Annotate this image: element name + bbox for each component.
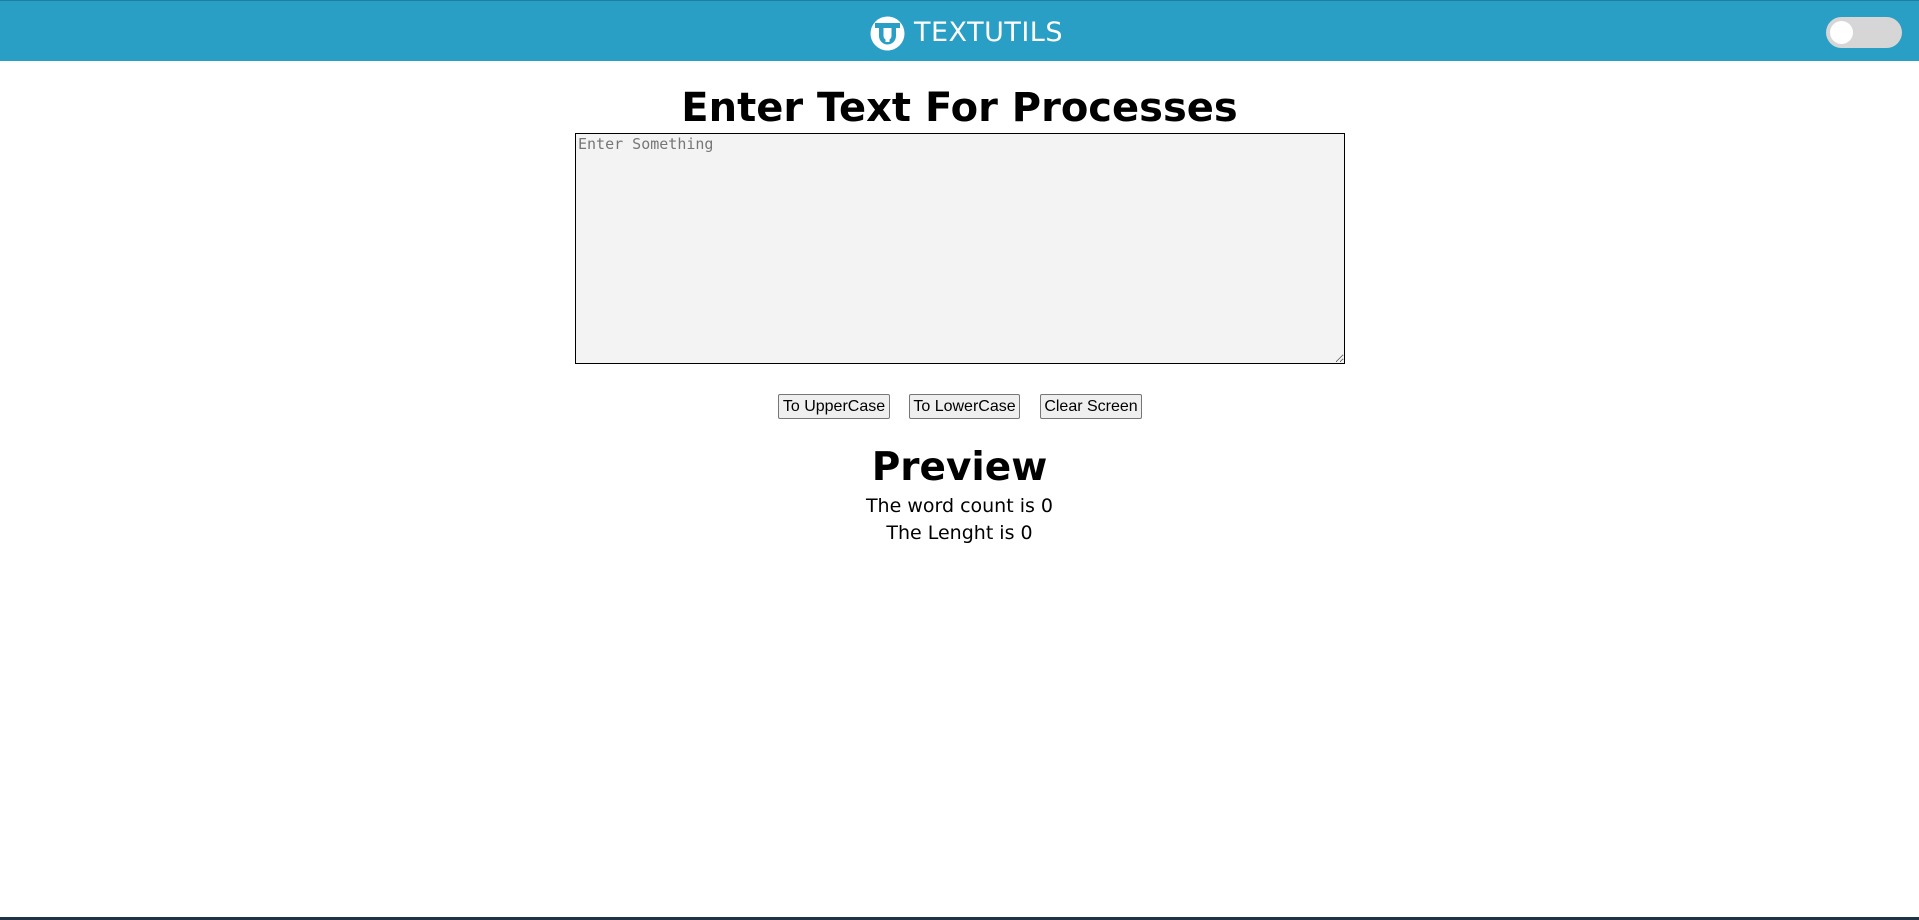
page-title: Enter Text For Processes [681, 85, 1238, 131]
text-input[interactable] [575, 133, 1345, 364]
textutils-logo-icon [870, 16, 905, 50]
lowercase-button[interactable]: To LowerCase [909, 394, 1020, 419]
uppercase-button[interactable]: To UpperCase [778, 394, 890, 419]
preview-title: Preview [871, 445, 1048, 490]
dark-mode-toggle[interactable] [1826, 17, 1902, 48]
toggle-knob [1830, 21, 1853, 44]
word-count-text: The word count is 0 [865, 495, 1054, 517]
length-text: The Lenght is 0 [886, 522, 1033, 544]
navbar: TEXTUTILS [0, 0, 1919, 61]
brand-name: TEXTUTILS [914, 17, 1063, 48]
clear-screen-button[interactable]: Clear Screen [1040, 394, 1142, 419]
brand[interactable]: TEXTUTILS [870, 15, 1063, 51]
